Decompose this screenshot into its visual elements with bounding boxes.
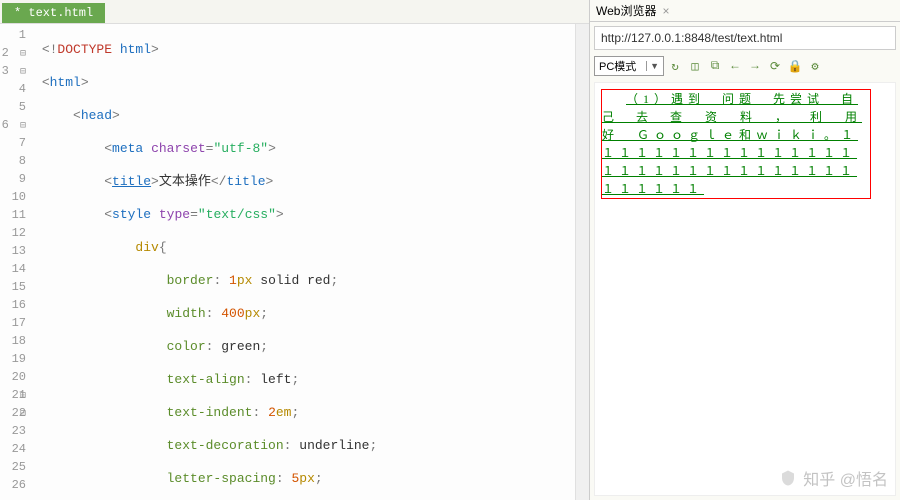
code-content[interactable]: <!DOCTYPE html> <html> <head> <meta char… — [34, 24, 575, 500]
editor-scrollbar[interactable] — [575, 24, 589, 500]
code-area[interactable]: 12 ⊟3 ⊟ 456 ⊟ 78910 11121314 15161718 19… — [0, 24, 589, 500]
editor-tab-active[interactable]: * text.html — [2, 3, 105, 23]
reload-icon[interactable]: ⟳ — [766, 57, 784, 75]
browser-viewport: （1）遇到 问题 先尝试 自己 去 查 资 料 ， 利 用 好 Ｇｏｏｇｌｅ和ｗ… — [594, 82, 896, 496]
browser-pane: Web浏览器 × http://127.0.0.1:8848/test/text… — [590, 0, 900, 500]
qr-icon[interactable]: ◫ — [686, 57, 704, 75]
lock-icon[interactable]: 🔒 — [786, 57, 804, 75]
zhihu-icon — [779, 469, 797, 487]
chevron-down-icon: ▼ — [646, 61, 659, 71]
back-icon[interactable]: ← — [726, 57, 744, 75]
forward-icon[interactable]: → — [746, 57, 764, 75]
close-icon[interactable]: × — [662, 4, 669, 18]
watermark: 知乎 @悟名 — [779, 466, 888, 490]
debug-icon[interactable]: ⚙ — [806, 57, 824, 75]
mode-select[interactable]: PC模式▼ — [594, 56, 664, 76]
browser-title-bar: Web浏览器 × — [590, 0, 900, 22]
rendered-div: （1）遇到 问题 先尝试 自己 去 查 资 料 ， 利 用 好 Ｇｏｏｇｌｅ和ｗ… — [601, 89, 871, 199]
browser-title-label: Web浏览器 — [596, 2, 656, 19]
address-bar[interactable]: http://127.0.0.1:8848/test/text.html — [594, 26, 896, 50]
editor-pane: * text.html 12 ⊟3 ⊟ 456 ⊟ 78910 11121314… — [0, 0, 590, 500]
open-external-icon[interactable]: ⧉ — [706, 57, 724, 75]
browser-toolbar: PC模式▼ ↻ ◫ ⧉ ← → ⟳ 🔒 ⚙ — [594, 54, 896, 78]
line-number-gutter: 12 ⊟3 ⊟ 456 ⊟ 78910 11121314 15161718 19… — [0, 24, 34, 500]
editor-tab-bar: * text.html — [0, 0, 589, 24]
refresh-icon[interactable]: ↻ — [666, 57, 684, 75]
